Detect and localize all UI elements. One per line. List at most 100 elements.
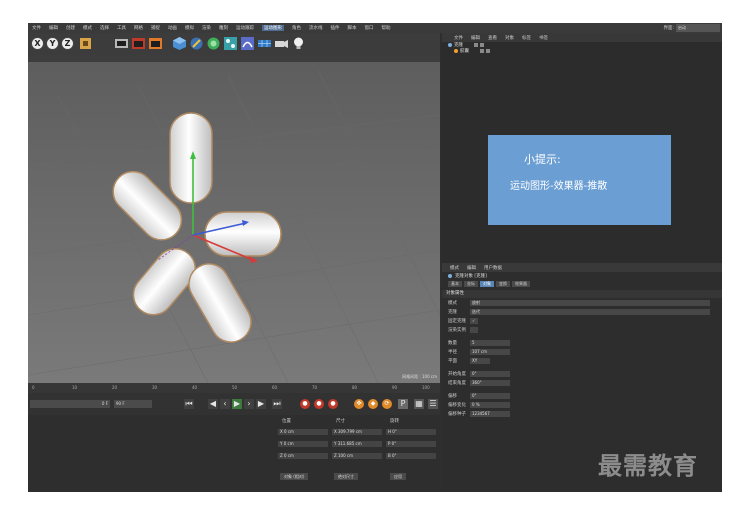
layout-select[interactable]: 启动: [676, 24, 720, 32]
next-key-icon[interactable]: ▶: [256, 399, 266, 409]
subdivision-surface-icon[interactable]: [206, 36, 221, 51]
menu-item-tools[interactable]: 工具: [117, 25, 126, 31]
menu-item-plugins[interactable]: 插件: [331, 25, 340, 31]
plane-dropdown[interactable]: XY: [470, 357, 490, 364]
timeline-ruler[interactable]: 0 10 20 30 40 50 60 70 80 90 100: [28, 383, 440, 393]
position-x-input[interactable]: X 0 cm: [278, 429, 328, 435]
step-forward-icon[interactable]: ›: [244, 399, 254, 409]
offset-variation-input[interactable]: 0 %: [470, 401, 510, 408]
count-input[interactable]: 5: [470, 339, 510, 346]
enabled-check-icon[interactable]: [486, 49, 490, 53]
point-level-icon[interactable]: ▦: [414, 399, 424, 409]
render-view-icon[interactable]: [114, 36, 129, 51]
subtab-transform[interactable]: 变换: [496, 281, 510, 287]
obj-menu-tags[interactable]: 标签: [522, 35, 531, 41]
subtab-coord[interactable]: 坐标: [464, 281, 478, 287]
capsule-clone-bottom-right[interactable]: [182, 257, 259, 350]
menu-item-motion-tracking[interactable]: 运动跟踪: [236, 25, 254, 31]
subtab-basic[interactable]: 基本: [448, 281, 462, 287]
size-z-input[interactable]: Z 100 cm: [332, 453, 382, 459]
camera-icon[interactable]: [274, 36, 289, 51]
menu-item-mesh[interactable]: 网格: [134, 25, 143, 31]
obj-menu-objects[interactable]: 对象: [505, 35, 514, 41]
rotation-h-input[interactable]: H 0°: [386, 429, 436, 435]
timeline-menu-icon[interactable]: ☰: [428, 399, 438, 409]
end-angle-input[interactable]: 360°: [470, 379, 510, 386]
obj-menu-edit[interactable]: 编辑: [471, 35, 480, 41]
obj-menu-file[interactable]: 文件: [454, 35, 463, 41]
scale-key-icon[interactable]: ◆: [368, 399, 378, 409]
menu-item-snap[interactable]: 捕捉: [151, 25, 160, 31]
y-axis-toggle[interactable]: Y: [46, 37, 59, 50]
offset-input[interactable]: 0°: [470, 392, 510, 399]
go-to-end-icon[interactable]: ⏭: [272, 399, 282, 409]
autokey-icon[interactable]: ●: [314, 399, 324, 409]
menu-item-animate[interactable]: 动画: [168, 25, 177, 31]
menu-item-create[interactable]: 创建: [66, 25, 75, 31]
play-icon[interactable]: ▶: [232, 399, 242, 409]
z-axis-toggle[interactable]: Z: [61, 37, 74, 50]
cloner-icon[interactable]: [223, 36, 238, 51]
keyframe-selection-icon[interactable]: ●: [328, 399, 338, 409]
menu-item-file[interactable]: 文件: [32, 25, 41, 31]
parameter-key-icon[interactable]: P: [398, 399, 408, 409]
size-x-input[interactable]: X 309.799 cm: [332, 429, 382, 435]
fix-clone-checkbox[interactable]: ✓: [470, 317, 478, 324]
step-back-icon[interactable]: ‹: [220, 399, 230, 409]
current-frame-input[interactable]: 0 F: [30, 400, 110, 408]
cube-icon[interactable]: [172, 36, 187, 51]
position-key-icon[interactable]: ✥: [354, 399, 364, 409]
menu-item-edit[interactable]: 编辑: [49, 25, 58, 31]
apply-button[interactable]: 应用: [390, 473, 406, 480]
size-y-input[interactable]: Y 311.685 cm: [332, 441, 382, 447]
menu-item-pipeline[interactable]: 流水线: [309, 25, 323, 31]
rotation-key-icon[interactable]: ⟳: [382, 399, 392, 409]
mode-dropdown[interactable]: 放射: [470, 299, 710, 306]
capsule-clone-right[interactable]: [204, 211, 282, 257]
subtab-effectors[interactable]: 效果器: [512, 281, 530, 287]
render-picture-viewer-icon[interactable]: [131, 36, 146, 51]
menu-item-render[interactable]: 渲染: [202, 25, 211, 31]
visibility-icon[interactable]: [480, 49, 484, 53]
position-y-input[interactable]: Y 0 cm: [278, 441, 328, 447]
light-icon[interactable]: [291, 36, 306, 51]
start-angle-input[interactable]: 0°: [470, 370, 510, 377]
offset-seed-input[interactable]: 1234567: [470, 410, 510, 417]
radius-input[interactable]: 107 cm: [470, 348, 510, 355]
end-frame-input[interactable]: 90 F: [114, 400, 152, 408]
go-to-start-icon[interactable]: ⏮: [184, 399, 194, 409]
menu-item-sculpt[interactable]: 雕刻: [219, 25, 228, 31]
menu-item-mograph[interactable]: 运动图形: [262, 25, 284, 31]
position-z-input[interactable]: Z 0 cm: [278, 453, 328, 459]
record-icon[interactable]: ●: [300, 399, 310, 409]
render-instances-checkbox[interactable]: [470, 326, 478, 333]
visibility-icon[interactable]: [474, 43, 478, 47]
clones-dropdown[interactable]: 迭代: [470, 308, 710, 315]
obj-menu-view[interactable]: 查看: [488, 35, 497, 41]
rotation-p-input[interactable]: P 0°: [386, 441, 436, 447]
menu-item-window[interactable]: 窗口: [365, 25, 374, 31]
menu-item-help[interactable]: 帮助: [382, 25, 391, 31]
scene-canvas[interactable]: [28, 55, 440, 383]
perspective-viewport[interactable]: 网格间距 : 100 cm: [28, 55, 440, 383]
deformer-icon[interactable]: [240, 36, 255, 51]
coordinate-system-icon[interactable]: [78, 36, 93, 51]
menu-item-character[interactable]: 角色: [292, 25, 301, 31]
x-axis-toggle[interactable]: X: [31, 37, 44, 50]
menu-item-mode[interactable]: 模式: [83, 25, 92, 31]
menu-item-simulate[interactable]: 模拟: [185, 25, 194, 31]
pen-spline-icon[interactable]: [189, 36, 204, 51]
attr-menu-edit[interactable]: 编辑: [467, 265, 476, 271]
render-settings-icon[interactable]: [148, 36, 163, 51]
attr-menu-user-data[interactable]: 用户数据: [484, 265, 502, 271]
previous-key-icon[interactable]: ◀: [208, 399, 218, 409]
obj-menu-bookmarks[interactable]: 书签: [539, 35, 548, 41]
attr-menu-mode[interactable]: 模式: [450, 265, 459, 271]
coordinate-mode-dropdown[interactable]: 对象 (相对): [280, 473, 309, 480]
rotation-b-input[interactable]: B 0°: [386, 453, 436, 459]
subtab-object[interactable]: 对象: [480, 281, 494, 287]
floor-icon[interactable]: [257, 36, 272, 51]
enabled-check-icon[interactable]: [480, 43, 484, 47]
object-row-capsule[interactable]: 胶囊: [442, 48, 722, 54]
menu-item-script[interactable]: 脚本: [348, 25, 357, 31]
